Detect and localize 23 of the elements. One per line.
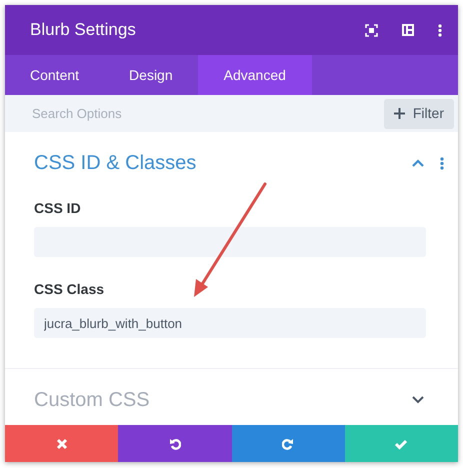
sidebar-icon[interactable] (402, 24, 414, 36)
filter-button[interactable]: Filter (384, 98, 454, 129)
field-label: CSS ID (34, 199, 82, 218)
tab[interactable]: Advanced (198, 55, 312, 96)
chevron-down-icon[interactable] (412, 396, 424, 404)
search-bar[interactable]: Search Options Filter (5, 95, 458, 132)
more-icon[interactable] (440, 156, 444, 170)
redo-icon (282, 438, 294, 450)
expand-icon[interactable] (365, 24, 378, 37)
more-icon[interactable] (438, 24, 442, 37)
plus-icon (394, 108, 405, 120)
cancel-icon (56, 438, 68, 450)
chevron-up-icon[interactable] (412, 159, 424, 167)
input-field[interactable]: jucra_blurb_with_button (34, 308, 426, 338)
undo-icon (168, 438, 181, 450)
search-field[interactable]: Search Options (30, 102, 384, 124)
input-field[interactable] (34, 227, 426, 257)
section-title[interactable]: CSS ID & Classes (34, 148, 196, 178)
check-icon (395, 438, 408, 450)
field-label: CSS Class (34, 280, 106, 299)
tab[interactable]: Design (104, 55, 198, 96)
tab[interactable]: Content (5, 55, 104, 96)
window-title: Blurb Settings (30, 19, 136, 42)
